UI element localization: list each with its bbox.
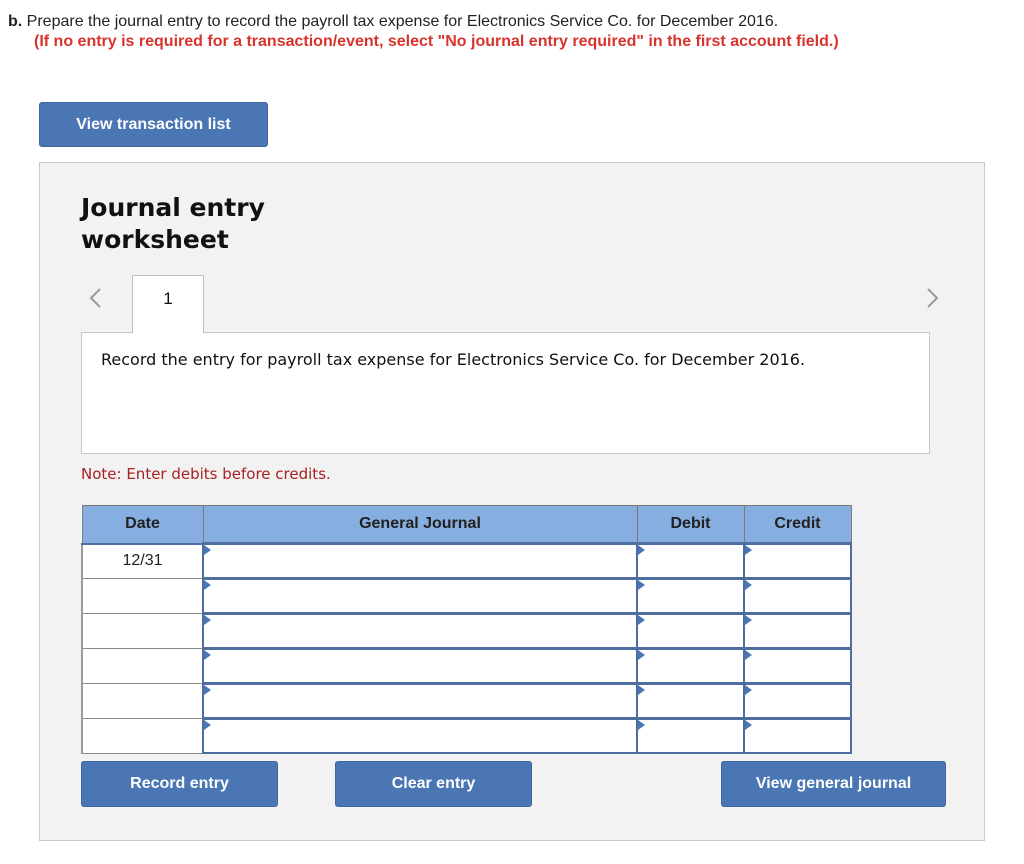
credit-cell[interactable] <box>743 542 852 580</box>
table-row <box>81 612 852 650</box>
account-cell[interactable] <box>202 647 638 685</box>
clear-entry-button[interactable]: Clear entry <box>335 761 532 807</box>
credit-input[interactable] <box>745 685 850 717</box>
debit-input[interactable] <box>638 685 743 717</box>
account-input[interactable] <box>204 720 636 752</box>
table-row <box>81 577 852 615</box>
credit-cell[interactable] <box>743 612 852 650</box>
account-cell[interactable] <box>202 682 638 720</box>
view-general-journal-button[interactable]: View general journal <box>721 761 946 807</box>
journal-table: Date General Journal Debit Credit 12/31 <box>81 505 852 754</box>
header-credit: Credit <box>743 505 852 545</box>
date-cell <box>81 613 204 649</box>
date-cell <box>81 683 204 719</box>
date-cell <box>81 718 204 754</box>
journal-entry-worksheet-panel: Journal entry worksheet 1 Record the ent… <box>39 162 985 841</box>
journal-table-header: Date General Journal Debit Credit <box>81 505 852 545</box>
worksheet-title: Journal entry worksheet <box>81 192 265 256</box>
table-row <box>81 647 852 685</box>
debit-input[interactable] <box>638 545 743 577</box>
account-input[interactable] <box>204 650 636 682</box>
debit-cell[interactable] <box>636 542 745 580</box>
account-cell[interactable] <box>202 612 638 650</box>
account-input[interactable] <box>204 580 636 612</box>
question-text: Prepare the journal entry to record the … <box>26 13 779 30</box>
debit-cell[interactable] <box>636 682 745 720</box>
chevron-right-icon[interactable] <box>923 283 943 313</box>
entry-description: Record the entry for payroll tax expense… <box>81 332 930 454</box>
chevron-left-icon[interactable] <box>85 283 105 313</box>
table-row: 12/31 <box>81 542 852 580</box>
credit-cell[interactable] <box>743 717 852 754</box>
debit-input[interactable] <box>638 650 743 682</box>
header-date: Date <box>81 505 204 545</box>
tab-entry-1[interactable]: 1 <box>132 275 204 333</box>
account-cell[interactable] <box>202 577 638 615</box>
debits-before-credits-note: Note: Enter debits before credits. <box>81 465 331 483</box>
question-letter: b. <box>8 13 23 30</box>
view-transaction-list-button[interactable]: View transaction list <box>39 102 268 147</box>
credit-cell[interactable] <box>743 647 852 685</box>
credit-input[interactable] <box>745 545 850 577</box>
date-cell <box>81 578 204 614</box>
debit-input[interactable] <box>638 720 743 752</box>
header-general-journal: General Journal <box>202 505 638 545</box>
question-instruction: (If no entry is required for a transacti… <box>34 33 839 50</box>
account-input[interactable] <box>204 545 636 577</box>
debit-cell[interactable] <box>636 717 745 754</box>
debit-cell[interactable] <box>636 577 745 615</box>
table-row <box>81 682 852 720</box>
worksheet-title-line2: worksheet <box>81 225 229 254</box>
table-row <box>81 717 852 754</box>
credit-cell[interactable] <box>743 577 852 615</box>
account-input[interactable] <box>204 615 636 647</box>
date-cell <box>81 648 204 684</box>
account-cell[interactable] <box>202 542 638 580</box>
credit-input[interactable] <box>745 720 850 752</box>
record-entry-button[interactable]: Record entry <box>81 761 278 807</box>
credit-cell[interactable] <box>743 682 852 720</box>
credit-input[interactable] <box>745 580 850 612</box>
header-debit: Debit <box>636 505 745 545</box>
worksheet-title-line1: Journal entry <box>81 193 265 222</box>
credit-input[interactable] <box>745 615 850 647</box>
question-prompt: b. Prepare the journal entry to record t… <box>8 12 908 52</box>
credit-input[interactable] <box>745 650 850 682</box>
account-cell[interactable] <box>202 717 638 754</box>
account-input[interactable] <box>204 685 636 717</box>
debit-cell[interactable] <box>636 612 745 650</box>
debit-input[interactable] <box>638 615 743 647</box>
debit-cell[interactable] <box>636 647 745 685</box>
debit-input[interactable] <box>638 580 743 612</box>
date-cell: 12/31 <box>81 543 204 579</box>
